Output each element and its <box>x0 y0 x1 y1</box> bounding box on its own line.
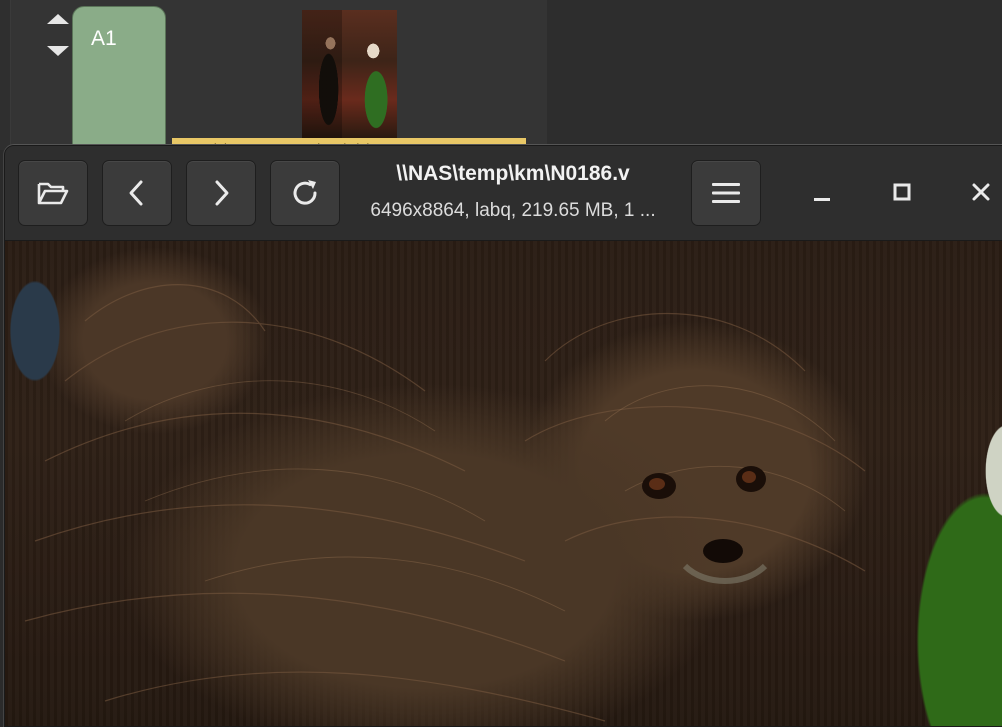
column-tab-label: A1 <box>91 27 117 50</box>
column-tab-a1[interactable]: A1 <box>72 6 166 158</box>
dog-nose <box>703 539 743 563</box>
close-icon <box>972 183 990 201</box>
header-bar: \\NAS\temp\km\N0186.v 6496x8864, labq, 2… <box>5 146 1002 241</box>
menu-button[interactable] <box>691 160 761 226</box>
scroll-down-icon[interactable] <box>47 46 69 56</box>
next-button[interactable] <box>186 160 256 226</box>
image-viewport[interactable] <box>5 241 1002 726</box>
image-info-subtitle: 6496x8864, labq, 219.65 MB, 1 ... <box>370 200 656 221</box>
image-thumbnail[interactable] <box>302 10 397 138</box>
minimize-icon <box>814 198 830 201</box>
workspace-background: A1 N0186 labq, 6496x8864, bands labq... <box>0 0 1002 158</box>
folder-open-icon <box>37 182 69 205</box>
chevron-left-icon <box>129 180 143 206</box>
chevron-right-icon <box>215 180 229 206</box>
open-button[interactable] <box>18 160 88 226</box>
title-block: \\NAS\temp\km\N0186.v 6496x8864, labq, 2… <box>343 160 683 226</box>
maximize-button[interactable] <box>882 170 922 214</box>
minimize-button[interactable] <box>802 170 842 214</box>
maximize-icon <box>893 183 911 201</box>
workspace-pane-right <box>547 0 1002 150</box>
close-button[interactable] <box>961 170 1001 214</box>
file-path-title: \\NAS\temp\km\N0186.v <box>396 162 630 185</box>
image-viewer-window: \\NAS\temp\km\N0186.v 6496x8864, labq, 2… <box>4 145 1002 727</box>
painting-detail-image <box>24 284 866 722</box>
reload-button[interactable] <box>270 160 340 226</box>
reload-icon <box>293 180 317 205</box>
scroll-up-icon[interactable] <box>47 14 69 24</box>
hamburger-menu-icon <box>712 183 740 203</box>
previous-button[interactable] <box>102 160 172 226</box>
